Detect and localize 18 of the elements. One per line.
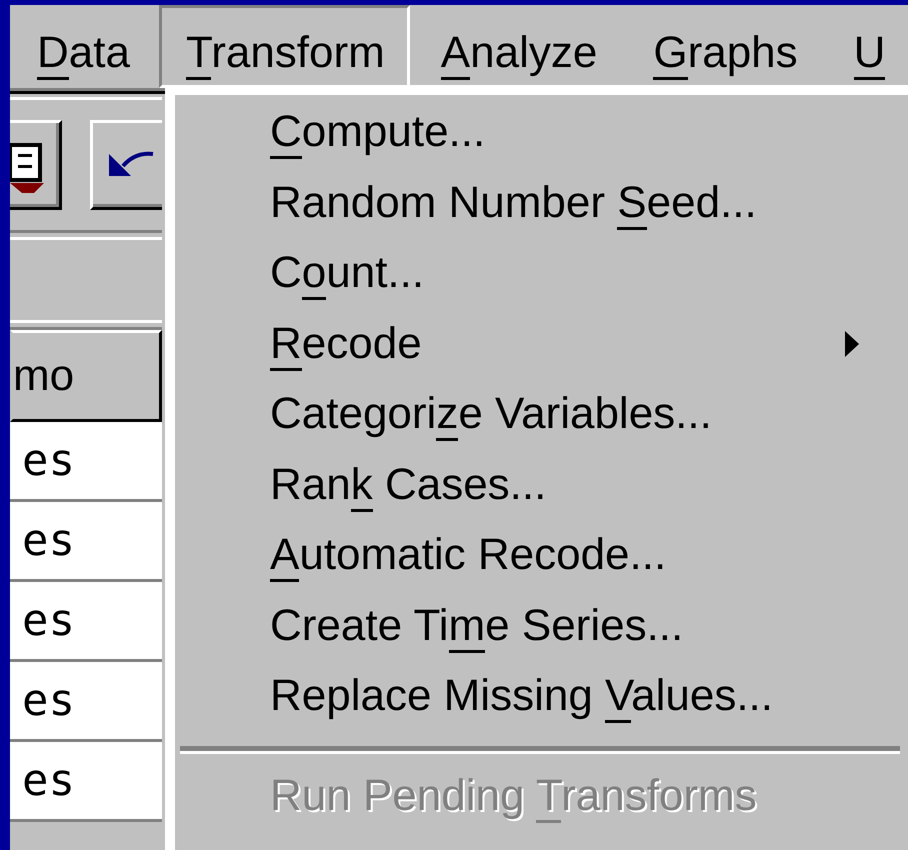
- menu-item[interactable]: Categorize Variables...: [175, 379, 908, 450]
- table-cell: es: [10, 582, 162, 662]
- toolbar-button[interactable]: [90, 120, 162, 210]
- menu-item[interactable]: Create Time Series...: [175, 590, 908, 661]
- table-cell: es: [10, 662, 162, 742]
- submenu-arrow-icon: [845, 330, 859, 357]
- menu-item[interactable]: Random Number Seed...: [175, 168, 908, 238]
- toolbar-button[interactable]: [10, 120, 62, 210]
- table-cell: es: [10, 502, 162, 582]
- menu-bar-item[interactable]: Data: [10, 5, 155, 88]
- menu-item[interactable]: Compute...: [175, 97, 908, 168]
- menu-item[interactable]: Replace Missing Values...: [175, 661, 908, 732]
- menu-item[interactable]: Recode: [175, 308, 908, 379]
- menu-item[interactable]: Rank Cases...: [175, 450, 908, 520]
- menu-item[interactable]: Automatic Recode...: [175, 520, 908, 590]
- menu-item[interactable]: Count...: [175, 238, 908, 308]
- table-cell: es: [10, 422, 162, 502]
- table-cell: es: [10, 742, 162, 822]
